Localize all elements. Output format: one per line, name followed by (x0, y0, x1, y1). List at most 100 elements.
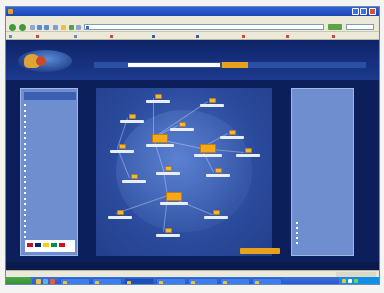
map-node[interactable] (108, 210, 132, 219)
refresh-icon[interactable] (37, 25, 42, 30)
location-pin-icon (118, 144, 126, 149)
flag-icon[interactable] (59, 243, 65, 247)
close-button[interactable] (369, 8, 376, 15)
taskbar-button[interactable] (124, 278, 154, 284)
location-pin-icon (208, 98, 216, 103)
taskbar-button[interactable] (60, 278, 90, 284)
taskbar-button[interactable] (92, 278, 122, 284)
link-item[interactable] (74, 34, 78, 38)
map-node[interactable] (156, 228, 180, 237)
map-node[interactable] (170, 122, 194, 131)
quick-launch-icon[interactable] (43, 279, 48, 284)
link-icon (286, 34, 289, 38)
map-node[interactable] (146, 134, 174, 147)
tray-icon[interactable] (342, 279, 346, 283)
link-item[interactable] (152, 34, 156, 38)
bullet-icon (24, 219, 26, 222)
map-node-label (160, 202, 188, 205)
map-node[interactable] (110, 144, 134, 153)
bullet-icon (24, 153, 26, 156)
start-button[interactable] (6, 277, 32, 284)
link-item[interactable] (9, 34, 13, 38)
location-pin-icon (212, 210, 220, 215)
navigation-toolbar (6, 22, 379, 32)
language-flags (25, 240, 75, 252)
link-item[interactable] (110, 34, 114, 38)
link-item[interactable] (242, 34, 246, 38)
status-bar (6, 270, 379, 277)
map-node[interactable] (236, 148, 260, 157)
link-item[interactable] (36, 34, 40, 38)
network-icon[interactable] (354, 279, 358, 283)
taskbar-button[interactable] (188, 278, 218, 284)
back-icon[interactable] (9, 24, 16, 31)
bullet-icon (24, 164, 26, 167)
link-icon (9, 34, 12, 38)
toolbar-search-input[interactable] (346, 24, 374, 30)
link-item[interactable] (332, 34, 336, 38)
favorites-icon[interactable] (61, 25, 66, 30)
bullet-icon (24, 236, 26, 238)
search-icon[interactable] (53, 25, 58, 30)
bullet-icon (24, 104, 26, 106)
flag-icon[interactable] (51, 243, 57, 247)
location-pin-icon (166, 192, 182, 201)
site-search-input[interactable] (128, 63, 220, 67)
right-link-item[interactable] (296, 241, 352, 246)
web-page (6, 40, 379, 270)
bullet-icon (24, 181, 26, 183)
map-node-label (146, 100, 170, 103)
mail-icon[interactable] (76, 25, 81, 30)
link-item[interactable] (196, 34, 200, 38)
map-node[interactable] (194, 144, 222, 157)
map-node[interactable] (200, 98, 224, 107)
map-node[interactable] (220, 130, 244, 139)
taskbar-button[interactable] (220, 278, 250, 284)
bullet-icon (24, 192, 26, 194)
right-info-panel (291, 88, 354, 256)
address-field[interactable] (84, 24, 324, 30)
quick-launch-icon[interactable] (50, 279, 55, 284)
link-icon (332, 34, 335, 38)
site-search-button[interactable] (222, 62, 248, 68)
location-pin-icon (154, 94, 162, 99)
maximize-button[interactable] (360, 8, 367, 15)
map-node[interactable] (146, 94, 170, 103)
minimize-button[interactable] (352, 8, 359, 15)
home-icon[interactable] (44, 25, 49, 30)
map-node-label (194, 154, 222, 157)
flag-icon[interactable] (43, 243, 49, 247)
map-node-label (122, 180, 146, 183)
bullet-icon (24, 208, 26, 211)
taskbar-button[interactable] (252, 278, 282, 284)
bullet-icon (296, 222, 298, 224)
map-node-label (204, 216, 228, 219)
map-node-label (156, 234, 180, 237)
bullet-icon (24, 159, 26, 161)
location-pin-icon (214, 168, 222, 173)
map-node[interactable] (204, 210, 228, 219)
quick-launch-icon[interactable] (36, 279, 41, 284)
link-item[interactable] (286, 34, 290, 38)
bullet-icon (24, 197, 26, 200)
location-pin-icon (178, 122, 186, 127)
history-icon[interactable] (69, 25, 74, 30)
map-node[interactable] (160, 192, 188, 205)
go-button[interactable] (328, 24, 342, 30)
map-node[interactable] (206, 168, 230, 177)
right-link-list (296, 221, 352, 246)
volume-icon[interactable] (348, 279, 352, 283)
legend-button[interactable] (240, 248, 280, 254)
bullet-icon (296, 232, 298, 234)
bullet-icon (24, 203, 26, 205)
map-node[interactable] (120, 114, 144, 123)
forward-icon[interactable] (19, 24, 26, 31)
map-node[interactable] (122, 174, 146, 183)
stop-icon[interactable] (30, 25, 35, 30)
bullet-icon (296, 237, 298, 239)
location-pin-icon (152, 134, 168, 143)
flag-icon[interactable] (35, 243, 41, 247)
taskbar-button[interactable] (156, 278, 186, 284)
flag-icon[interactable] (27, 243, 33, 247)
map-node[interactable] (156, 166, 180, 175)
